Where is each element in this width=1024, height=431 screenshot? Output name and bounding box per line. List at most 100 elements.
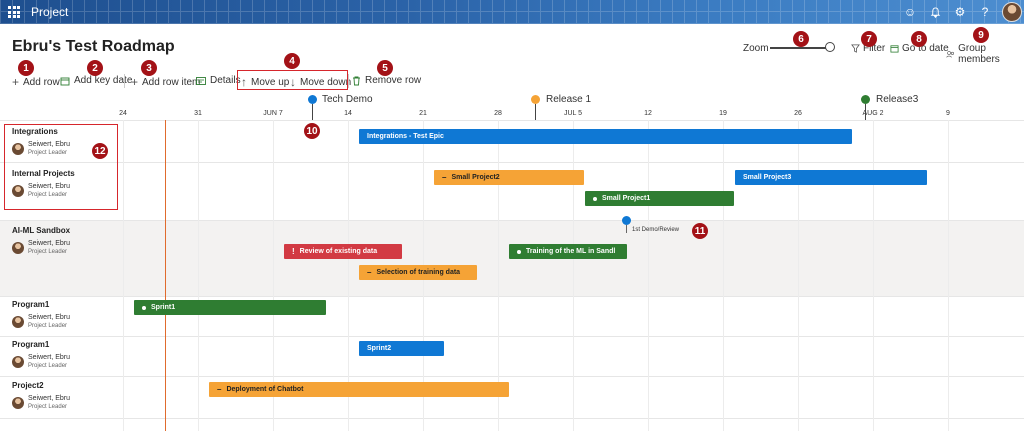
callout-3: 3 (141, 60, 157, 76)
milestone-release1-marker[interactable] (531, 95, 540, 104)
owner-name: Seiwert, Ebru (28, 314, 71, 321)
zoom-slider-thumb[interactable] (825, 42, 835, 52)
timeline-tick: 26 (794, 110, 802, 117)
bar-label: Deployment of Chatbot (226, 386, 304, 393)
milestone-tech-demo-marker[interactable] (308, 95, 317, 104)
bar-sprint1[interactable]: Sprint1 (134, 300, 326, 315)
gridline (648, 120, 649, 431)
app-name[interactable]: Project (31, 5, 68, 19)
filter-icon (851, 44, 860, 53)
gridline (123, 120, 124, 431)
add-key-date-button[interactable]: Add key date (60, 75, 132, 86)
row-divider (0, 162, 1024, 163)
owner-role: Project Leader (28, 404, 68, 410)
row-owner: Seiwert, Ebru Project Leader (12, 353, 70, 370)
owner-name: Seiwert, Ebru (28, 240, 71, 247)
row-divider (0, 336, 1024, 337)
bar-sprint2[interactable]: Sprint2 (359, 341, 444, 356)
row-owner: Seiwert, Ebru Project Leader (12, 313, 70, 330)
page-title: Ebru's Test Roadmap (12, 38, 175, 55)
header-background-pattern (0, 0, 1024, 24)
bar-review-existing-data[interactable]: ! Review of existing data (284, 244, 402, 259)
key-date-demo-review-marker[interactable] (622, 216, 631, 225)
milestone-line (312, 104, 313, 120)
completed-icon (517, 249, 521, 254)
owner-avatar (12, 315, 24, 328)
owner-role: Project Leader (28, 323, 68, 329)
row-name-ai-ml-sandbox[interactable]: AI-ML Sandbox (12, 226, 70, 235)
bar-deployment-chatbot[interactable]: – Deployment of Chatbot (209, 382, 509, 397)
completed-icon (593, 196, 597, 201)
user-avatar[interactable] (1002, 2, 1022, 22)
in-progress-icon: – (367, 268, 372, 277)
in-progress-icon: – (442, 173, 447, 182)
gear-icon[interactable]: ⚙ (951, 3, 969, 21)
timeline-tick: 28 (494, 110, 502, 117)
milestone-release3-label[interactable]: Release3 (876, 94, 918, 105)
remove-row-button[interactable]: Remove row (352, 75, 421, 86)
bar-label: Sprint2 (367, 345, 392, 352)
app-header: Project ☺ ⚙ ? (0, 0, 1024, 24)
row-owner: Seiwert, Ebru Project Leader (12, 239, 70, 256)
bar-training-ml[interactable]: Training of the ML in Sandl (509, 244, 627, 259)
callout-12: 12 (92, 143, 108, 159)
timeline-tick: 9 (946, 110, 950, 117)
row-name-project2[interactable]: Project2 (12, 381, 44, 390)
bar-small-project1[interactable]: Small Project1 (585, 191, 734, 206)
app-launcher-icon[interactable] (8, 6, 20, 18)
gridline (948, 120, 949, 431)
gridline (873, 120, 874, 431)
callout-8: 8 (911, 31, 927, 47)
callout-2: 2 (87, 60, 103, 76)
plus-icon: + (12, 75, 20, 89)
zoom-slider-track[interactable] (770, 47, 832, 49)
remove-row-label: Remove row (365, 75, 422, 86)
callout-4: 4 (284, 53, 300, 69)
bar-selection-training-data[interactable]: – Selection of training data (359, 265, 477, 280)
owner-name: Seiwert, Ebru (28, 354, 71, 361)
row-divider (0, 418, 1024, 419)
timeline-tick: JUL 5 (563, 110, 583, 117)
bar-integrations-test-epic[interactable]: Integrations - Test Epic (359, 129, 852, 144)
callout-5: 5 (377, 60, 393, 76)
smiley-icon[interactable]: ☺ (901, 3, 919, 21)
details-button[interactable]: Details (196, 75, 241, 86)
bar-label: Small Project3 (743, 174, 792, 181)
plus-icon: + (131, 75, 139, 89)
bar-small-project3[interactable]: Small Project3 (735, 170, 927, 185)
owner-avatar (12, 355, 24, 368)
callout-10: 10 (304, 123, 320, 139)
row-owner: Seiwert, Ebru Project Leader (12, 394, 70, 411)
add-row-item-button[interactable]: + Add row item (131, 75, 200, 89)
bar-label: Review of existing data (299, 248, 378, 255)
gridline (798, 120, 799, 431)
owner-avatar (12, 241, 24, 254)
bell-icon[interactable] (926, 3, 944, 21)
alert-icon: ! (292, 247, 295, 256)
key-date-demo-review-label[interactable]: 1st Demo/Review (632, 227, 679, 233)
callout-11: 11 (692, 223, 708, 239)
milestone-line (865, 104, 866, 120)
help-icon[interactable]: ? (976, 3, 994, 21)
callout-7: 7 (861, 31, 877, 47)
timeline-tick: 14 (344, 110, 352, 117)
add-row-button[interactable]: + Add row (12, 75, 60, 89)
milestone-tech-demo-label[interactable]: Tech Demo (322, 94, 373, 105)
callout-9: 9 (973, 27, 989, 43)
row-name-program1-second[interactable]: Program1 (12, 340, 49, 349)
owner-avatar (12, 396, 24, 409)
today-marker-line (165, 120, 166, 431)
gridline (198, 120, 199, 431)
calendar-add-icon (60, 77, 70, 85)
bar-label: Small Project2 (451, 174, 500, 181)
row-divider (0, 376, 1024, 377)
bar-small-project2[interactable]: – Small Project2 (434, 170, 584, 185)
row-name-program1[interactable]: Program1 (12, 300, 49, 309)
calendar-icon (890, 45, 899, 53)
group-members-button[interactable]: Group members (946, 43, 1024, 65)
milestone-release3-marker[interactable] (861, 95, 870, 104)
timeline-tick: JUN 7 (263, 110, 283, 117)
milestone-release1-label[interactable]: Release 1 (546, 94, 591, 105)
group-members-label: Group members (958, 43, 1000, 65)
key-date-line (626, 225, 627, 233)
